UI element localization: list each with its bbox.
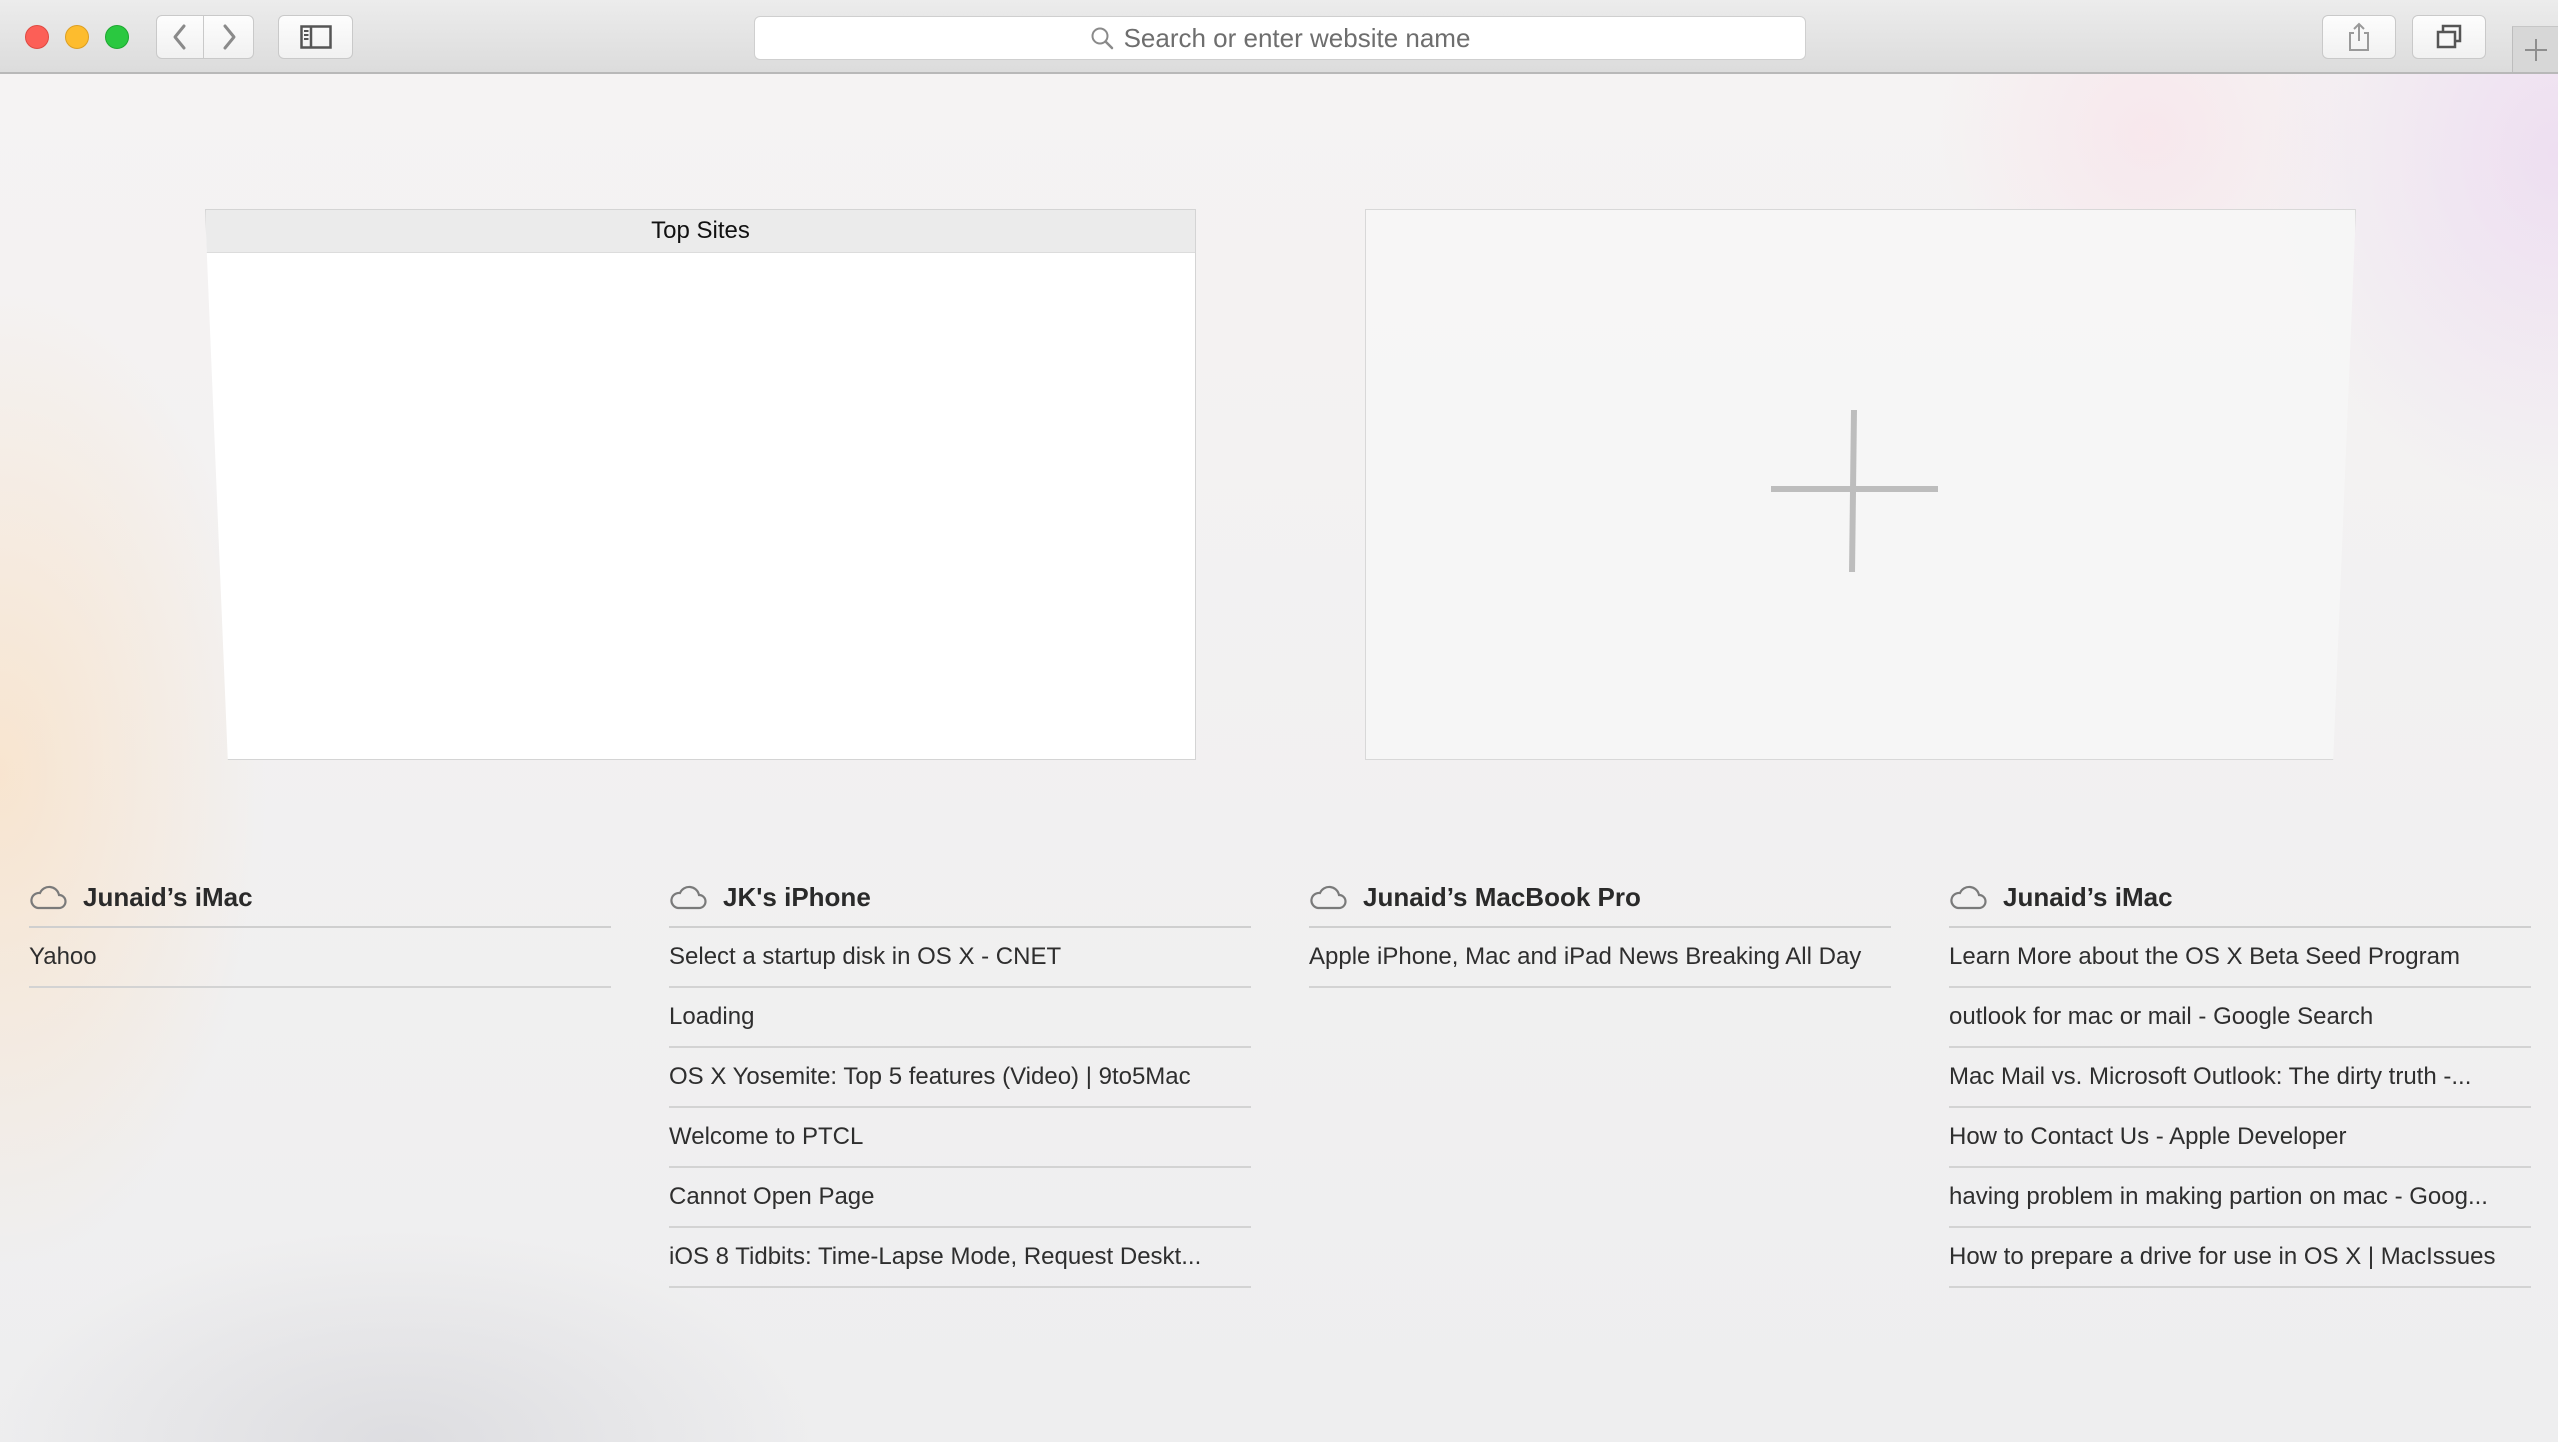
list-item[interactable]: Yahoo xyxy=(29,928,611,988)
top-sites-panel[interactable]: Top Sites xyxy=(205,209,1196,760)
icloud-tabs-column: JK's iPhone Select a startup disk in OS … xyxy=(669,868,1251,1288)
share-button[interactable] xyxy=(2322,15,2396,59)
list-item[interactable]: Apple iPhone, Mac and iPad News Breaking… xyxy=(1309,928,1891,988)
list-item[interactable]: Cannot Open Page xyxy=(669,1168,1251,1228)
back-button[interactable] xyxy=(156,15,204,59)
sidebar-button[interactable] xyxy=(278,15,353,59)
list-item[interactable]: OS X Yosemite: Top 5 features (Video) | … xyxy=(669,1048,1251,1108)
minimize-window-button[interactable] xyxy=(65,25,89,49)
cloud-icon xyxy=(1310,885,1347,910)
tabs-overview-icon xyxy=(2436,24,2462,49)
tabs-overview-button[interactable] xyxy=(2412,15,2486,59)
list-item[interactable]: Mac Mail vs. Microsoft Outlook: The dirt… xyxy=(1949,1048,2531,1108)
device-header: Junaid’s MacBook Pro xyxy=(1309,868,1891,928)
top-sites-title: Top Sites xyxy=(206,210,1195,253)
device-header: JK's iPhone xyxy=(669,868,1251,928)
list-item[interactable]: Loading xyxy=(669,988,1251,1048)
icloud-tabs-column: Junaid’s MacBook Pro Apple iPhone, Mac a… xyxy=(1309,868,1891,988)
list-item[interactable]: iOS 8 Tidbits: Time-Lapse Mode, Request … xyxy=(669,1228,1251,1288)
address-bar[interactable]: Search or enter website name xyxy=(754,16,1806,60)
cloud-icon xyxy=(30,885,67,910)
device-name: Junaid’s MacBook Pro xyxy=(1363,881,1641,912)
add-top-site-panel[interactable] xyxy=(1365,209,2356,760)
close-window-button[interactable] xyxy=(25,25,49,49)
favorites-page: Top Sites Junaid’s iMac Yahoo JK's iPhon… xyxy=(0,74,2558,1442)
device-header: Junaid’s iMac xyxy=(29,868,611,928)
list-item[interactable]: Welcome to PTCL xyxy=(669,1108,1251,1168)
list-item[interactable]: Select a startup disk in OS X - CNET xyxy=(669,928,1251,988)
forward-button[interactable] xyxy=(204,15,254,59)
sidebar-icon xyxy=(299,25,332,49)
device-name: Junaid’s iMac xyxy=(2003,881,2173,912)
device-header: Junaid’s iMac xyxy=(1949,868,2531,928)
cloud-icon xyxy=(670,885,707,910)
list-item[interactable]: How to prepare a drive for use in OS X |… xyxy=(1949,1228,2531,1288)
list-item[interactable]: Learn More about the OS X Beta Seed Prog… xyxy=(1949,928,2531,988)
plus-icon-bar xyxy=(1771,486,1938,492)
zoom-window-button[interactable] xyxy=(105,25,129,49)
forward-icon xyxy=(223,24,235,50)
back-icon xyxy=(173,24,186,50)
list-item[interactable]: having problem in making partion on mac … xyxy=(1949,1168,2531,1228)
address-placeholder: Search or enter website name xyxy=(1123,22,1471,53)
toolbar: Search or enter website name xyxy=(0,0,2558,74)
list-item[interactable]: How to Contact Us - Apple Developer xyxy=(1949,1108,2531,1168)
new-tab-button[interactable] xyxy=(2512,26,2558,72)
cloud-icon xyxy=(1950,885,1987,910)
list-item[interactable]: outlook for mac or mail - Google Search xyxy=(1949,988,2531,1048)
share-icon xyxy=(2349,22,2369,51)
device-name: JK's iPhone xyxy=(723,881,871,912)
icloud-tabs-column: Junaid’s iMac Yahoo xyxy=(29,868,611,988)
new-tab-icon xyxy=(2524,38,2547,61)
device-name: Junaid’s iMac xyxy=(83,881,253,912)
icloud-tabs-column: Junaid’s iMac Learn More about the OS X … xyxy=(1949,868,2531,1288)
search-icon xyxy=(1091,27,1113,50)
